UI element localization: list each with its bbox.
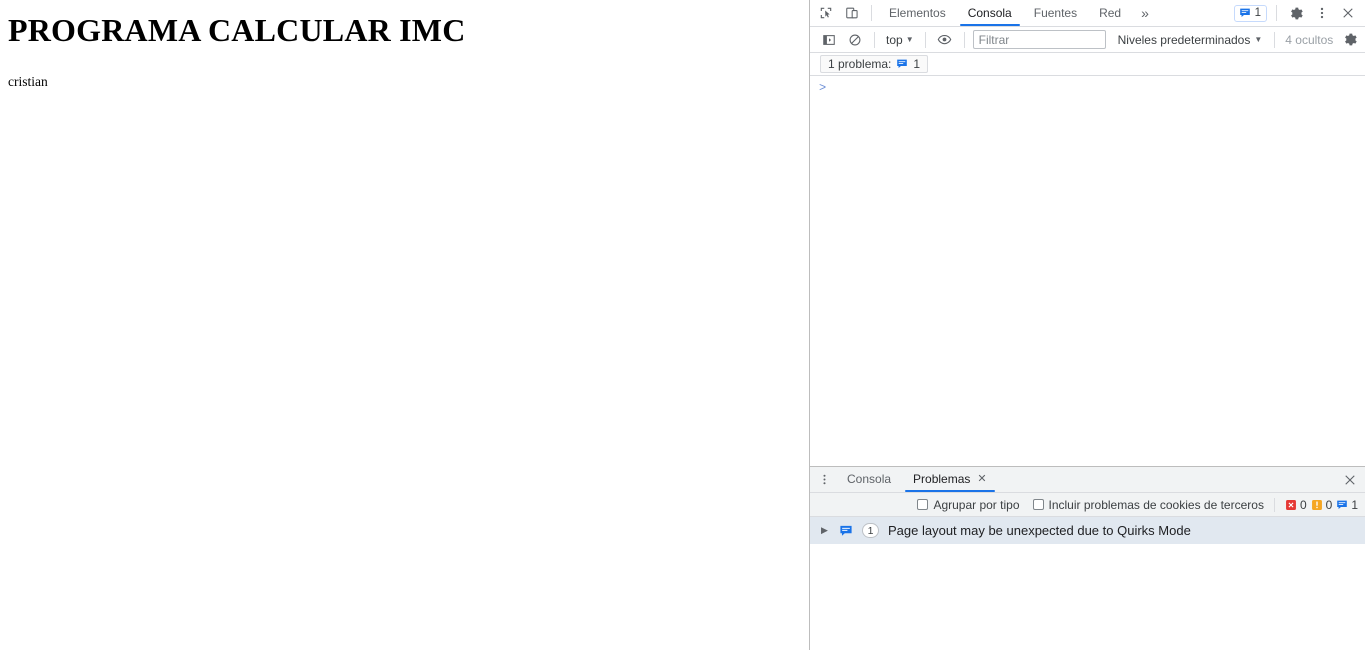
console-filter-input[interactable] bbox=[972, 30, 1106, 49]
kebab-menu-icon[interactable] bbox=[1309, 1, 1335, 25]
console-toolbar-divider-4 bbox=[1274, 31, 1276, 48]
live-expression-icon[interactable] bbox=[932, 28, 958, 52]
browser-window: PROGRAMA CALCULAR IMC cristian Elementos bbox=[0, 0, 1366, 650]
hidden-messages-count: 4 ocultos bbox=[1285, 32, 1334, 47]
console-output-area[interactable]: > bbox=[810, 76, 1365, 466]
problem-count-chip[interactable]: 1 problema: 1 bbox=[820, 55, 929, 73]
tab-fuentes[interactable]: Fuentes bbox=[1023, 0, 1088, 26]
tab-red[interactable]: Red bbox=[1088, 0, 1132, 26]
inspect-element-icon[interactable] bbox=[813, 1, 839, 25]
console-toolbar-divider-3 bbox=[963, 31, 965, 48]
console-sidebar-icon[interactable] bbox=[816, 28, 842, 52]
execution-context-value: top bbox=[886, 32, 903, 47]
devtools-panel: Elementos Consola Fuentes Red » 1 top ▼ … bbox=[810, 0, 1365, 650]
web-page-viewport: PROGRAMA CALCULAR IMC cristian bbox=[0, 0, 810, 650]
close-icon-problemas-tab[interactable]: ✕ bbox=[977, 474, 986, 485]
close-devtools-icon[interactable] bbox=[1335, 1, 1361, 25]
console-toolbar-divider-2 bbox=[924, 31, 926, 48]
toolbar-divider-2 bbox=[1276, 5, 1277, 21]
page-title: PROGRAMA CALCULAR IMC bbox=[8, 12, 466, 48]
warning-count-value: 0 bbox=[1325, 497, 1333, 512]
include-third-party-cookies-checkbox-box[interactable] bbox=[1032, 499, 1044, 510]
issues-count-value: 1 bbox=[1254, 7, 1261, 19]
warning-counter: 0 bbox=[1311, 497, 1333, 512]
problem-count-label: 1 problema: bbox=[828, 57, 892, 71]
close-drawer-icon[interactable] bbox=[1337, 468, 1363, 492]
drawer-tab-consola-label: Consola bbox=[847, 472, 892, 486]
issues-count-badge[interactable]: 1 bbox=[1233, 4, 1267, 22]
drawer-tab-consola[interactable]: Consola bbox=[836, 467, 902, 492]
chevron-down-icon: ▼ bbox=[905, 34, 914, 44]
info-count-value: 1 bbox=[1351, 497, 1358, 512]
tab-consola[interactable]: Consola bbox=[957, 0, 1023, 26]
error-icon bbox=[1285, 499, 1296, 510]
info-counter: 1 bbox=[1336, 498, 1358, 512]
prompt-chevron-icon: > bbox=[819, 81, 827, 95]
info-message-icon bbox=[1239, 8, 1250, 18]
console-settings-gear-icon[interactable] bbox=[1337, 28, 1363, 52]
info-message-icon-chip bbox=[897, 59, 908, 69]
device-toolbar-icon[interactable] bbox=[839, 1, 865, 25]
log-levels-selector[interactable]: Niveles predeterminados ▼ bbox=[1112, 30, 1269, 50]
page-paragraph: cristian bbox=[8, 74, 48, 90]
console-toolbar-divider-1 bbox=[874, 31, 875, 48]
problem-count-value: 1 bbox=[913, 57, 921, 71]
drawer-tab-problemas-label: Problemas bbox=[913, 472, 971, 486]
devtools-tabbar: Elementos Consola Fuentes Red » 1 bbox=[810, 0, 1365, 27]
tabs-overflow-icon[interactable]: » bbox=[1132, 1, 1158, 25]
issue-occurrence-badge: 1 bbox=[862, 523, 879, 538]
console-input-prompt[interactable]: > bbox=[810, 76, 1365, 98]
issue-info-icon bbox=[840, 525, 852, 536]
issue-row[interactable]: ▶ 1 Page layout may be unexpected due to… bbox=[810, 517, 1365, 544]
drawer-tabbar: Consola Problemas ✕ bbox=[810, 467, 1365, 493]
error-counter: 0 bbox=[1285, 498, 1307, 512]
console-toolbar: top ▼ Niveles predeterminados ▼ 4 oculto… bbox=[810, 27, 1365, 53]
info-icon bbox=[1337, 500, 1348, 509]
include-third-party-cookies-label: Incluir problemas de cookies de terceros bbox=[1048, 497, 1264, 512]
console-problem-banner: 1 problema: 1 bbox=[810, 53, 1365, 76]
group-by-type-checkbox-box[interactable] bbox=[917, 499, 929, 510]
drawer-more-tools-icon[interactable] bbox=[812, 468, 836, 492]
error-count-value: 0 bbox=[1299, 497, 1307, 512]
execution-context-selector[interactable]: top ▼ bbox=[881, 30, 919, 50]
warning-icon bbox=[1311, 499, 1322, 510]
group-by-type-checkbox[interactable]: Agrupar por tipo bbox=[917, 497, 1020, 512]
gear-icon[interactable] bbox=[1283, 1, 1309, 25]
tab-elementos[interactable]: Elementos bbox=[878, 0, 957, 26]
devtools-drawer: Consola Problemas ✕ Agrupar por tipo Inc… bbox=[810, 466, 1365, 650]
issues-toolbar: Agrupar por tipo Incluir problemas de co… bbox=[810, 493, 1365, 517]
expand-triangle-icon[interactable]: ▶ bbox=[821, 526, 830, 535]
issues-empty-area bbox=[810, 544, 1365, 650]
issue-counters: 0 0 1 bbox=[1273, 497, 1358, 512]
toolbar-divider bbox=[871, 5, 872, 21]
issue-title: Page layout may be unexpected due to Qui… bbox=[888, 523, 1191, 538]
include-third-party-cookies-checkbox[interactable]: Incluir problemas de cookies de terceros bbox=[1032, 497, 1264, 512]
chevron-down-icon-levels: ▼ bbox=[1254, 34, 1263, 44]
clear-console-icon[interactable] bbox=[842, 28, 868, 52]
log-levels-value: Niveles predeterminados bbox=[1117, 32, 1251, 47]
group-by-type-label: Agrupar por tipo bbox=[933, 497, 1020, 512]
drawer-tab-problemas[interactable]: Problemas ✕ bbox=[902, 467, 998, 492]
